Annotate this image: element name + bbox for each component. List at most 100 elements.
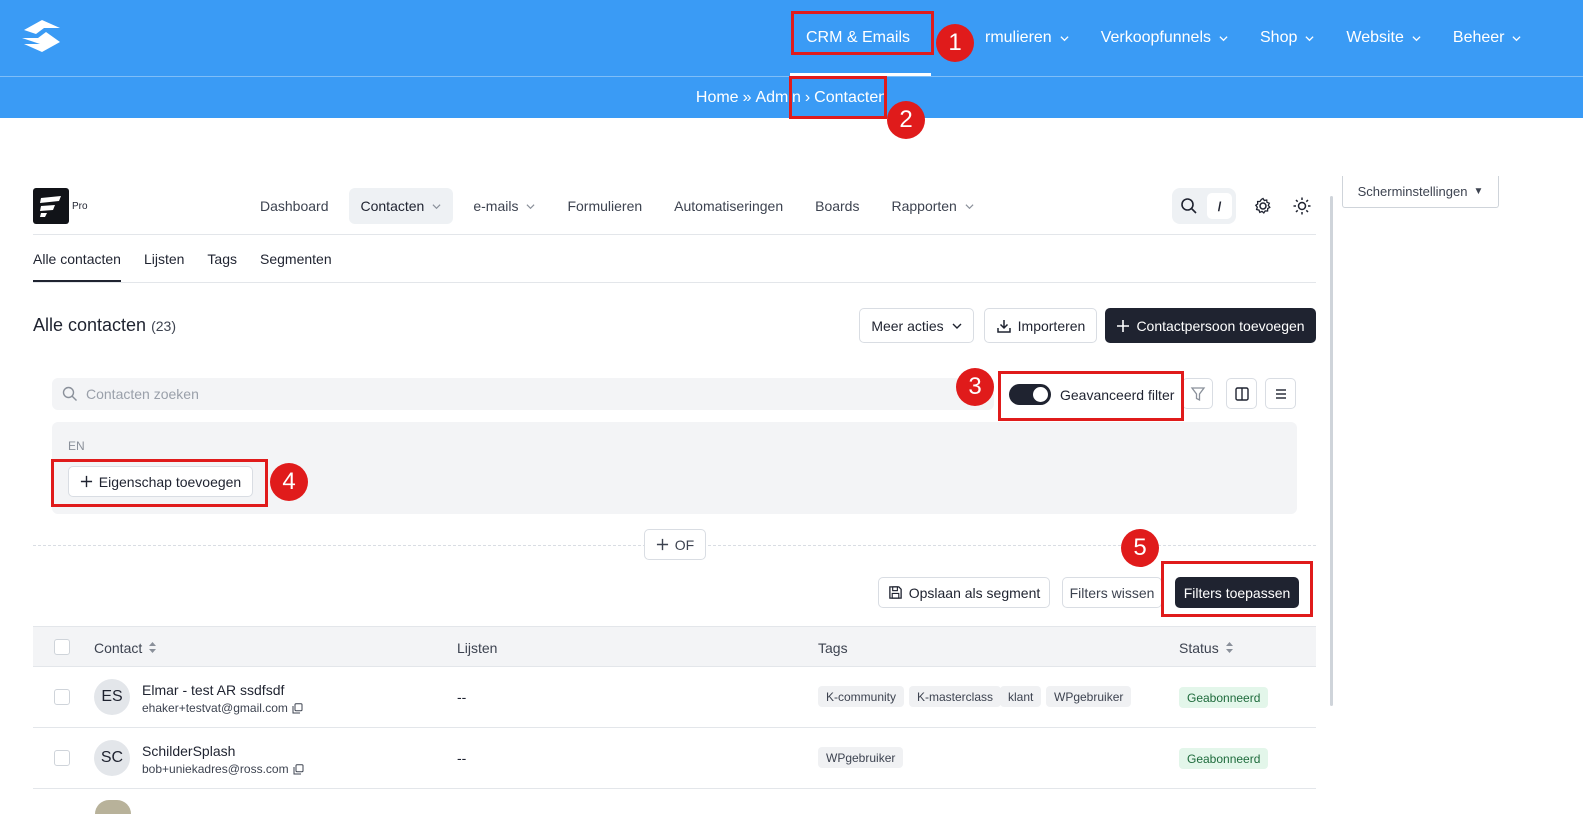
funnel-icon: [1190, 386, 1205, 401]
contact-lists: --: [457, 689, 467, 705]
nav-dashboard[interactable]: Dashboard: [248, 188, 341, 224]
columns-icon: [1234, 386, 1249, 401]
pro-badge: Pro: [72, 201, 88, 212]
contact-email: bob+uniekadres@ross.com: [142, 762, 289, 776]
contact-name[interactable]: Elmar - test AR ssdfsdf: [142, 682, 284, 698]
page-title-text: Alle contacten: [33, 315, 147, 335]
screen-settings-label: Scherminstellingen: [1357, 184, 1468, 199]
scrollbar[interactable]: [1330, 196, 1333, 706]
column-lists: Lijsten: [457, 627, 497, 668]
annotation-box: [998, 371, 1184, 421]
chevron-down-icon: [432, 203, 441, 209]
search-icon: [62, 386, 77, 401]
contact-search: [52, 378, 994, 410]
nav-contacten-label: Contacten: [360, 198, 425, 214]
nav-formulieren[interactable]: Formulieren: [555, 188, 654, 224]
column-tags-label: Tags: [818, 639, 848, 656]
row-checkbox[interactable]: [54, 689, 70, 705]
table-row[interactable]: ES Elmar - test AR ssdfsdf ehaker+testva…: [33, 667, 1316, 728]
triangle-down-icon: ▼: [1473, 186, 1484, 197]
contact-subtabs: Alle contacten Lijsten Tags Segmenten: [33, 236, 355, 282]
tab-lists[interactable]: Lijsten: [144, 236, 184, 282]
chevron-down-icon: [526, 203, 535, 209]
tab-segments[interactable]: Segmenten: [260, 236, 332, 282]
save-segment-button[interactable]: Opslaan als segment: [878, 577, 1050, 608]
contact-name[interactable]: SchilderSplash: [142, 743, 235, 759]
table-row[interactable]: SC SchilderSplash bob+uniekadres@ross.co…: [33, 728, 1316, 789]
annotation-number: 4: [270, 463, 308, 501]
tab-tags[interactable]: Tags: [207, 236, 237, 282]
tag-badge: WPgebruiker: [818, 747, 904, 768]
add-contact-button[interactable]: Contactpersoon toevoegen: [1105, 308, 1316, 343]
menu-beheer-label: Beheer: [1452, 29, 1505, 46]
menu-website[interactable]: Website: [1330, 0, 1437, 76]
nav-contacten[interactable]: Contacten: [348, 188, 454, 224]
menu-verkoopfunnels[interactable]: Verkoopfunnels: [1085, 0, 1244, 76]
avatar: SC: [94, 740, 130, 776]
nav-boards[interactable]: Boards: [803, 188, 871, 224]
nav-emails[interactable]: e-mails: [461, 188, 547, 224]
chevron-down-icon: [1412, 35, 1421, 41]
search-input[interactable]: [86, 378, 966, 410]
nav-automatiseringen[interactable]: Automatiseringen: [662, 188, 795, 224]
contact-email: ehaker+testvat@gmail.com: [142, 701, 288, 715]
tab-lists-label: Lijsten: [143, 251, 185, 267]
annotation-box: [791, 11, 934, 55]
search-icon[interactable]: [1180, 197, 1198, 215]
avatar: ES: [94, 679, 130, 715]
more-actions-button[interactable]: Meer acties: [859, 308, 974, 343]
filter-button[interactable]: [1182, 378, 1213, 409]
menu-shop-label: Shop: [1260, 29, 1298, 46]
clear-filters-button[interactable]: Filters wissen: [1062, 577, 1162, 608]
menu-beheer[interactable]: Beheer: [1437, 0, 1538, 76]
tab-all-contacts-label: Alle contacten: [33, 251, 121, 267]
status-badge: Geabonneerd: [1179, 687, 1269, 708]
status-badge: Geabonneerd: [1179, 748, 1269, 769]
nav-rapporten[interactable]: Rapporten: [879, 188, 985, 224]
screen-settings-button[interactable]: Scherminstellingen ▼: [1342, 176, 1499, 208]
menu-formulieren-label: rmulieren: [985, 29, 1052, 46]
import-button[interactable]: Importeren: [984, 308, 1097, 343]
contacts-table-header: Contact Lijsten Tags Status: [33, 626, 1316, 667]
site-logo-icon[interactable]: [16, 16, 66, 56]
nav-emails-label: e-mails: [473, 198, 519, 214]
tabs-divider: [33, 282, 1316, 283]
chevron-down-icon: [1219, 35, 1228, 41]
sort-icon: [149, 642, 157, 653]
add-or-group-button[interactable]: OF: [644, 529, 706, 560]
annotation-number: 3: [956, 368, 994, 406]
nav-rapporten-label: Rapporten: [891, 198, 957, 214]
add-contact-label: Contactpersoon toevoegen: [1136, 317, 1305, 334]
avatar: [95, 800, 131, 814]
column-status-label: Status: [1179, 639, 1219, 656]
columns-button[interactable]: [1226, 378, 1257, 409]
chevron-down-icon: [965, 203, 974, 209]
tab-segments-label: Segmenten: [260, 251, 332, 267]
tab-all-contacts[interactable]: Alle contacten: [33, 236, 121, 282]
breadcrumb-separator: »: [742, 88, 752, 106]
gear-icon[interactable]: [1254, 197, 1272, 215]
nav-automatiseringen-label: Automatiseringen: [674, 198, 784, 214]
and-label: EN: [68, 439, 85, 453]
select-all-checkbox[interactable]: [54, 639, 70, 655]
copy-icon[interactable]: [293, 763, 304, 775]
menu-shop[interactable]: Shop: [1244, 0, 1330, 76]
column-contact[interactable]: Contact: [94, 627, 157, 668]
annotation-number: 2: [887, 101, 925, 139]
sun-icon[interactable]: [1293, 197, 1311, 215]
nav-dashboard-label: Dashboard: [260, 198, 329, 214]
column-contact-label: Contact: [94, 639, 143, 656]
chevron-down-icon: [952, 323, 962, 329]
column-status[interactable]: Status: [1179, 627, 1234, 668]
tag-badge: K-community: [818, 686, 905, 707]
chevron-down-icon: [1512, 35, 1522, 41]
density-button[interactable]: [1265, 378, 1296, 409]
nav-formulieren-label: Formulieren: [567, 198, 643, 214]
annotation-number: 1: [936, 24, 974, 62]
tag-badge: klant: [1000, 686, 1042, 707]
contact-count: (23): [151, 318, 176, 334]
copy-icon[interactable]: [292, 702, 303, 714]
row-checkbox[interactable]: [54, 750, 70, 766]
nav-boards-label: Boards: [815, 198, 860, 214]
breadcrumb-home[interactable]: Home: [696, 89, 739, 107]
